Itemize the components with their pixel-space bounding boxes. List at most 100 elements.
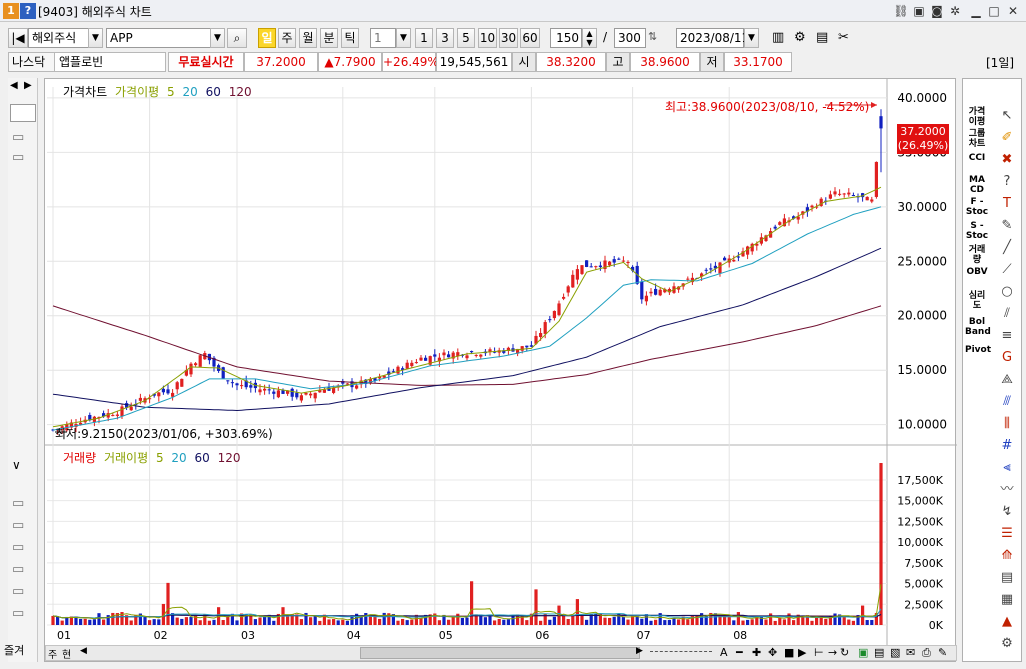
link-icon[interactable]: ⛓: [893, 3, 909, 19]
indicator-11[interactable]: Pivot: [965, 345, 991, 355]
mail-icon[interactable]: ✉: [906, 646, 915, 659]
zoom-slider[interactable]: [650, 651, 712, 654]
panel-search-input[interactable]: [10, 104, 36, 122]
image-icon[interactable]: ▧: [890, 646, 900, 659]
tab-daily[interactable]: 일: [258, 28, 276, 48]
indicator-9[interactable]: 심리 도: [965, 291, 989, 311]
chart-scrollbar[interactable]: 주 현 ◀ ▶ A ━ ✚ ✥ ■ ▶ ⊢ → ↻ ▣ ▤ ▧ ✉ ⎙ ✎: [45, 645, 957, 661]
fibonacci-icon[interactable]: ⫻: [997, 393, 1017, 411]
tab-monthly[interactable]: 월: [299, 28, 317, 48]
first-icon[interactable]: ⊢: [814, 646, 824, 659]
favorites-tab[interactable]: 즐겨: [4, 642, 24, 658]
wave-icon[interactable]: 〰: [997, 481, 1017, 499]
minimize-icon[interactable]: ▁: [968, 3, 984, 19]
pan-icon[interactable]: ✥: [768, 646, 777, 659]
indicator-6[interactable]: S - Stoc: [965, 221, 989, 241]
save-icon[interactable]: ▤: [816, 30, 828, 45]
folder-icon[interactable]: ▭: [12, 606, 24, 621]
delete-all-icon[interactable]: ✖: [997, 151, 1017, 169]
search-icon[interactable]: ⌕: [227, 28, 247, 48]
folder-icon[interactable]: ▭: [12, 540, 24, 555]
channel-icon[interactable]: ⫽: [997, 305, 1017, 323]
zoom-out-icon[interactable]: ━: [736, 646, 743, 659]
gann-icon[interactable]: G: [997, 349, 1017, 367]
total-count-input[interactable]: 300: [614, 28, 646, 48]
market-select[interactable]: 해외주식: [28, 28, 90, 48]
line-icon[interactable]: ╱: [997, 239, 1017, 257]
minute-60-button[interactable]: 60: [520, 28, 540, 48]
prev-symbol-icon[interactable]: |◀: [8, 28, 28, 48]
folder-icon[interactable]: ▭: [12, 562, 24, 577]
cycle-icon[interactable]: ⫼: [997, 415, 1017, 433]
indicator-4[interactable]: MA CD: [965, 175, 989, 195]
interval-select[interactable]: 1: [370, 28, 396, 48]
minute-5-button[interactable]: 5: [457, 28, 475, 48]
indicator-5[interactable]: F - Stoc: [965, 197, 989, 217]
tools-icon[interactable]: ✂: [838, 30, 849, 45]
tools-icon[interactable]: ✎: [938, 646, 947, 659]
stop-icon[interactable]: ■: [784, 646, 794, 659]
font-size-label[interactable]: A: [720, 646, 728, 659]
elliott-icon[interactable]: ↯: [997, 503, 1017, 521]
minute-10-button[interactable]: 10: [478, 28, 497, 48]
text-icon[interactable]: T: [997, 195, 1017, 213]
parallel-icon[interactable]: ≡: [997, 327, 1017, 345]
scroll-left-icon[interactable]: ◀: [80, 646, 87, 656]
indicator-10[interactable]: Bol Band: [965, 317, 991, 337]
indicator-2[interactable]: 그룹 차트: [965, 129, 989, 149]
list-icon[interactable]: ▤: [997, 569, 1017, 587]
scroll-right-icon[interactable]: ▶: [636, 646, 643, 656]
grid-icon[interactable]: #: [997, 437, 1017, 455]
scroll-thumb[interactable]: [360, 647, 640, 659]
folder-icon[interactable]: ▭: [12, 518, 24, 533]
chart-type-icon[interactable]: ▥: [772, 30, 784, 45]
tab-tick[interactable]: 틱: [341, 28, 359, 48]
chart-icon[interactable]: ▲: [997, 613, 1017, 631]
next-icon[interactable]: →: [828, 646, 837, 659]
circle-icon[interactable]: ○: [997, 283, 1017, 301]
folder-icon[interactable]: ▭: [12, 496, 24, 511]
print-icon[interactable]: ⎙: [922, 646, 931, 660]
calendar-dropdown-icon[interactable]: ▼: [744, 28, 759, 48]
date-input[interactable]: 2023/08/11: [676, 28, 749, 48]
fan-icon[interactable]: ⟁: [997, 371, 1017, 389]
expand-right-icon[interactable]: ▶: [24, 80, 32, 91]
play-icon[interactable]: ▶: [798, 646, 806, 659]
help-icon[interactable]: ?: [20, 3, 36, 19]
help-icon[interactable]: ?: [997, 173, 1017, 191]
minute-3-button[interactable]: 3: [436, 28, 454, 48]
level-icon[interactable]: ☰: [997, 525, 1017, 543]
count-setting-icon[interactable]: ⇅: [648, 30, 657, 43]
pen-icon[interactable]: ✎: [997, 217, 1017, 235]
trend-line-icon[interactable]: ⟋: [997, 261, 1017, 279]
note-icon[interactable]: ▦: [997, 591, 1017, 609]
scroll-down-icon[interactable]: ∨: [12, 458, 21, 472]
indicator-7[interactable]: 거래 량: [965, 245, 989, 265]
indicator-3[interactable]: CCI: [965, 153, 989, 163]
refresh-icon[interactable]: ↻: [840, 646, 849, 659]
close-icon[interactable]: ✕: [1005, 3, 1021, 19]
speed-line-icon[interactable]: ⫷: [997, 459, 1017, 477]
tab-current[interactable]: 현: [62, 646, 71, 661]
camera-icon[interactable]: ◙: [929, 3, 945, 19]
chevron-down-icon[interactable]: ▼: [88, 28, 103, 48]
settings-icon[interactable]: ⚙: [997, 635, 1017, 653]
count-stepper[interactable]: ▲ ▼: [582, 28, 597, 48]
folder-icon[interactable]: ▭: [12, 584, 24, 599]
view-count-input[interactable]: 150: [550, 28, 582, 48]
collapse-left-icon[interactable]: ◀: [10, 80, 18, 91]
minute-1-button[interactable]: 1: [415, 28, 433, 48]
maximize-icon[interactable]: □: [986, 3, 1002, 19]
tab-minute[interactable]: 분: [320, 28, 338, 48]
chevron-down-icon[interactable]: ▼: [396, 28, 411, 48]
symbol-input[interactable]: APP: [106, 28, 212, 48]
minute-30-button[interactable]: 30: [499, 28, 518, 48]
tab-stock[interactable]: 주: [48, 646, 57, 661]
tab-weekly[interactable]: 주: [278, 28, 296, 48]
folder-icon[interactable]: ▭: [12, 150, 24, 165]
chevron-down-icon[interactable]: ▼: [210, 28, 225, 48]
folder-icon[interactable]: ▭: [12, 130, 24, 145]
zoom-in-icon[interactable]: ✚: [752, 646, 761, 659]
auto-trend-icon[interactable]: ⟰: [997, 547, 1017, 565]
excel-icon[interactable]: ▣: [858, 646, 868, 659]
